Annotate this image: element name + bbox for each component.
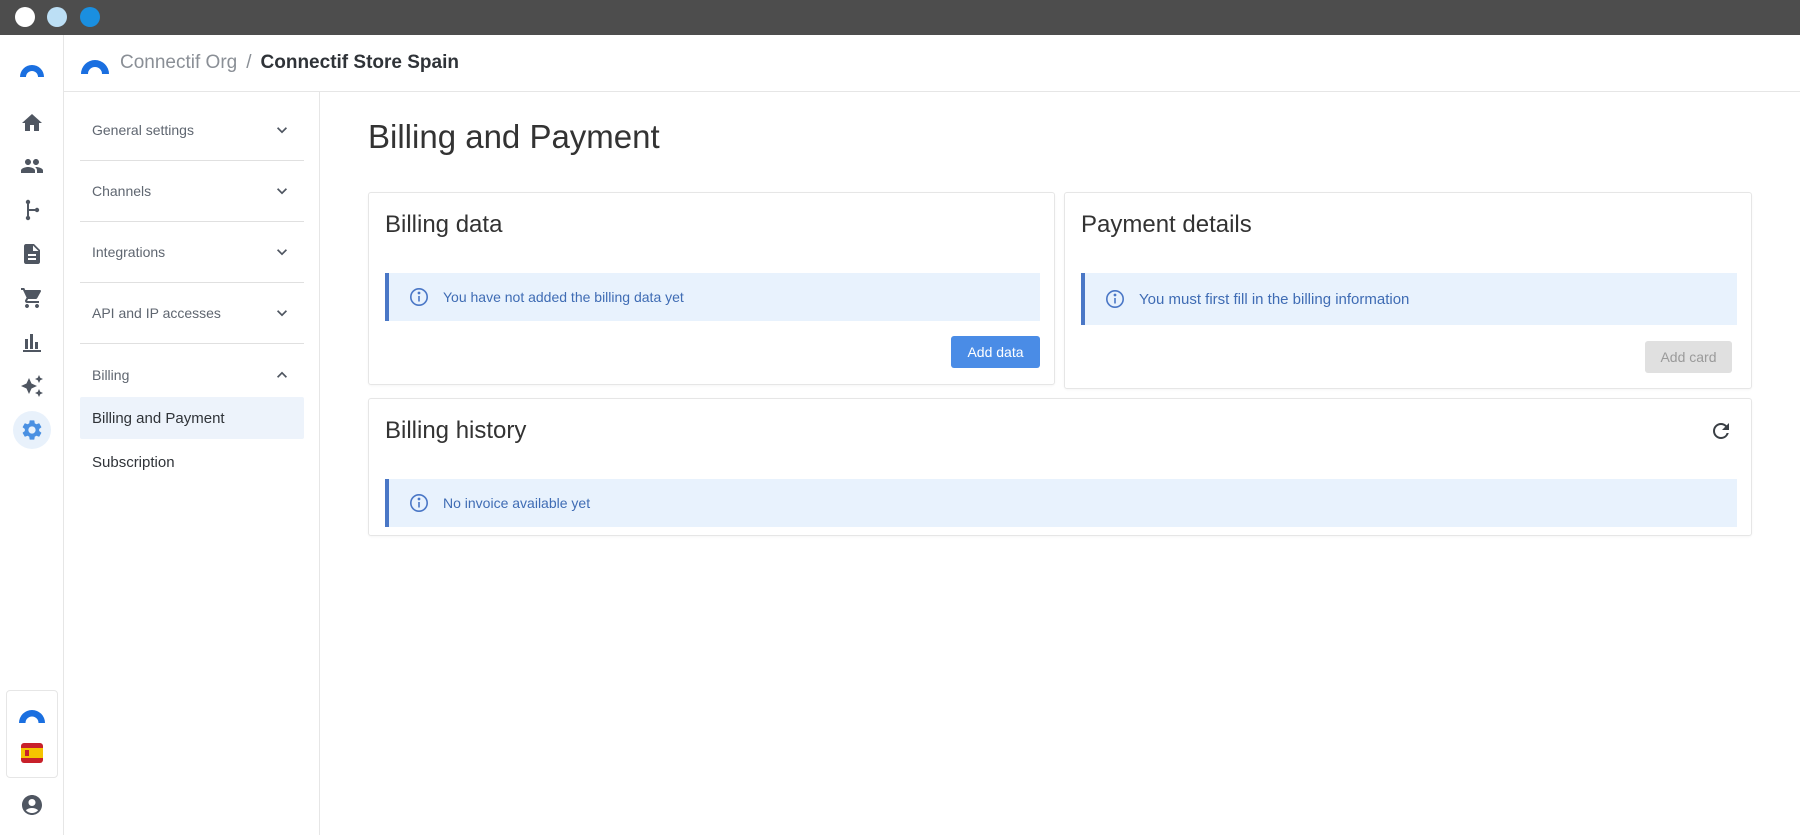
main-content: Billing and Payment Billing data You hav…	[321, 92, 1800, 835]
billing-data-notice: You have not added the billing data yet	[385, 273, 1040, 321]
billing-history-title: Billing history	[385, 417, 527, 444]
chevron-down-icon	[277, 249, 287, 256]
contents-icon[interactable]	[18, 240, 46, 268]
workflows-icon[interactable]	[18, 196, 46, 224]
subnav-group-label: Integrations	[92, 244, 166, 260]
add-card-button[interactable]: Add card	[1645, 341, 1732, 373]
window-titlebar	[0, 0, 1800, 35]
home-icon[interactable]	[18, 109, 46, 137]
payment-details-notice-text: You must first fill in the billing infor…	[1139, 290, 1410, 308]
chevron-up-icon	[277, 371, 287, 378]
breadcrumb-store[interactable]: Connectif Store Spain	[261, 52, 459, 73]
info-icon	[1106, 290, 1124, 308]
connectif-logo-icon	[19, 710, 45, 723]
contacts-icon[interactable]	[18, 152, 46, 180]
info-icon	[410, 288, 428, 306]
settings-subnav: General settings Channels Integrations A…	[64, 92, 320, 835]
billing-history-notice: No invoice available yet	[385, 479, 1737, 527]
payment-details-title: Payment details	[1081, 211, 1252, 238]
add-data-button[interactable]: Add data	[951, 336, 1040, 368]
page-title: Billing and Payment	[368, 118, 660, 155]
breadcrumb-separator: /	[246, 52, 252, 73]
subnav-group-api-ip-accesses[interactable]: API and IP accesses	[80, 283, 304, 344]
refresh-icon[interactable]	[1709, 419, 1733, 443]
top-bar: Connectif Org / Connectif Store Spain	[64, 35, 1800, 92]
billing-history-card: Billing history No invoice available yet	[368, 398, 1752, 536]
chevron-down-icon	[277, 127, 287, 134]
subnav-group-label: Channels	[92, 183, 152, 199]
subnav-group-general-settings[interactable]: General settings	[80, 100, 304, 161]
ai-icon[interactable]	[18, 372, 46, 400]
chevron-down-icon	[277, 188, 287, 195]
subnav-group-integrations[interactable]: Integrations	[80, 222, 304, 283]
window-minimize-button[interactable]	[47, 7, 67, 27]
reports-icon[interactable]	[18, 328, 46, 356]
icon-rail	[0, 35, 64, 835]
account-icon[interactable]	[18, 791, 46, 819]
payment-details-notice: You must first fill in the billing infor…	[1081, 273, 1737, 325]
breadcrumb: Connectif Org / Connectif Store Spain	[120, 52, 459, 74]
subnav-group-label: Billing	[92, 366, 130, 383]
billing-data-card: Billing data You have not added the bill…	[368, 192, 1055, 385]
chevron-down-icon	[277, 310, 287, 317]
window-close-button[interactable]	[15, 7, 35, 27]
breadcrumb-org[interactable]: Connectif Org	[120, 52, 237, 73]
info-icon	[410, 494, 428, 512]
billing-data-notice-text: You have not added the billing data yet	[443, 289, 684, 305]
payment-details-card: Payment details You must first fill in t…	[1064, 192, 1752, 389]
subnav-group-label: General settings	[92, 122, 194, 138]
subnav-group-label: API and IP accesses	[92, 305, 221, 321]
subnav-group-billing[interactable]: Billing	[80, 344, 304, 405]
billing-data-title: Billing data	[385, 211, 503, 238]
cart-icon[interactable]	[18, 284, 46, 312]
connectif-logo-icon	[81, 60, 109, 74]
window-maximize-button[interactable]	[80, 7, 100, 27]
subnav-item-billing-and-payment[interactable]: Billing and Payment	[80, 397, 304, 439]
settings-icon[interactable]	[13, 411, 51, 449]
subnav-item-subscription[interactable]: Subscription	[80, 441, 304, 483]
store-switcher[interactable]	[6, 690, 58, 778]
spain-flag-icon	[21, 743, 43, 763]
billing-history-notice-text: No invoice available yet	[443, 495, 591, 511]
subnav-group-channels[interactable]: Channels	[80, 161, 304, 222]
connectif-logo-icon[interactable]	[17, 55, 47, 85]
